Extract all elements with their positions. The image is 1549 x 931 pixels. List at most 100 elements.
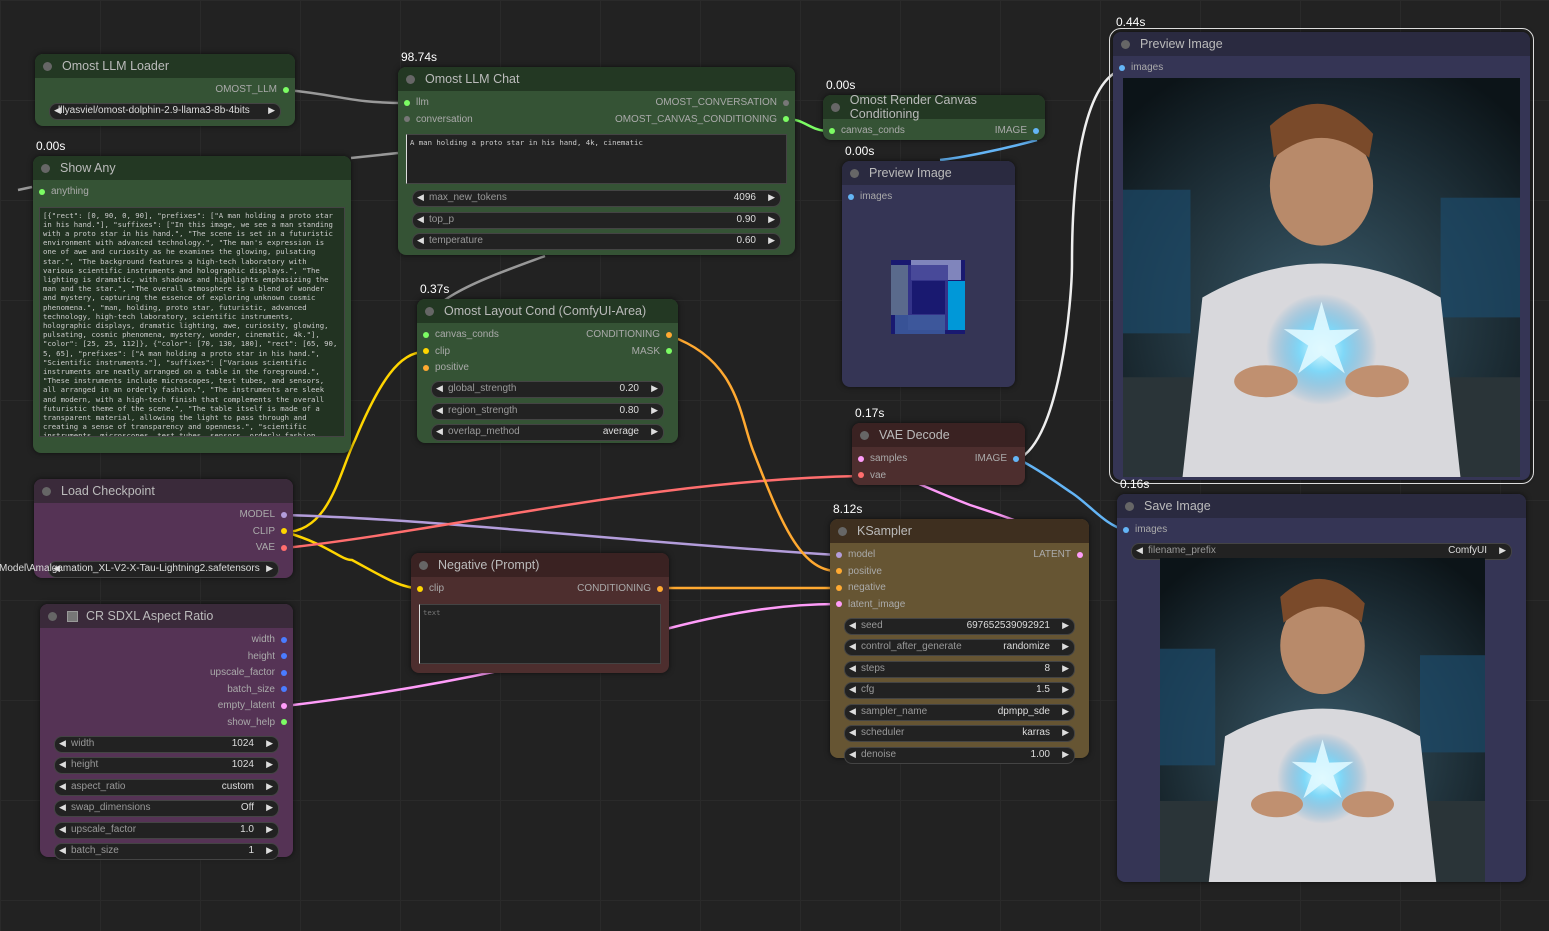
input-dot-icon[interactable]	[836, 551, 842, 558]
checkbox-icon[interactable]	[67, 610, 78, 622]
output-slot-clip[interactable]: CLIP	[253, 526, 287, 537]
link-wire[interactable]	[939, 138, 1038, 162]
input-dot-icon[interactable]	[829, 127, 835, 134]
decrement-arrow-icon[interactable]: ◀	[849, 684, 856, 695]
decrement-arrow-icon[interactable]: ◀	[849, 706, 856, 717]
node-preview-small[interactable]: 0.00s Preview Image images	[842, 144, 1015, 387]
output-slot-omost_conversation[interactable]: OMOST_CONVERSATION	[656, 97, 789, 108]
output-dot-icon[interactable]	[281, 636, 287, 643]
input-dot-icon[interactable]	[858, 472, 864, 478]
text-area[interactable]: [{"rect": [0, 90, 0, 90], "prefixes": ["…	[39, 206, 345, 437]
widget-global-strength[interactable]: ◀ global_strength 0.20 ▶	[431, 381, 664, 398]
node-ksampler[interactable]: 8.12s KSampler model LATENT positive negative…	[830, 502, 1089, 764]
input-slot-positive[interactable]: positive	[836, 566, 882, 577]
increment-arrow-icon[interactable]: ▶	[651, 405, 658, 416]
input-dot-icon[interactable]	[836, 568, 842, 574]
increment-arrow-icon[interactable]: ▶	[1062, 620, 1069, 631]
output-dot-icon[interactable]	[1077, 551, 1083, 558]
decrement-arrow-icon[interactable]: ◀	[59, 845, 66, 856]
widget-region-strength[interactable]: ◀ region_strength 0.80 ▶	[431, 402, 664, 420]
link-wire[interactable]	[284, 513, 838, 557]
output-dot-icon[interactable]	[666, 348, 672, 354]
output-slot-mask[interactable]: MASK	[632, 346, 672, 357]
collapse-dot-icon[interactable]	[1121, 39, 1130, 49]
input-dot-icon[interactable]	[858, 455, 864, 462]
decrement-arrow-icon[interactable]: ◀	[1136, 545, 1143, 556]
input-dot-icon[interactable]	[1123, 526, 1129, 533]
input-slot-images[interactable]: images	[848, 191, 892, 202]
input-dot-icon[interactable]	[836, 584, 842, 591]
widget-denoise[interactable]: ◀ denoise 1.00 ▶	[844, 746, 1075, 764]
input-dot-icon[interactable]	[1119, 64, 1125, 71]
node-header[interactable]: KSampler	[830, 519, 1089, 543]
output-dot-icon[interactable]	[281, 511, 287, 518]
output-dot-icon[interactable]	[281, 669, 287, 676]
collapse-dot-icon[interactable]	[831, 102, 840, 112]
node-header[interactable]: Preview Image	[1113, 32, 1530, 56]
link-wire[interactable]	[669, 334, 838, 573]
increment-arrow-icon[interactable]: ▶	[266, 802, 273, 813]
decrement-arrow-icon[interactable]: ◀	[849, 663, 856, 674]
widget-max-new-tokens[interactable]: ◀ max_new_tokens 4096 ▶	[412, 190, 781, 207]
text-area[interactable]: A man holding a proto star in his hand, …	[406, 134, 787, 184]
output-slot-omost_canvas_conditioning[interactable]: OMOST_CANVAS_CONDITIONING	[615, 114, 789, 125]
increment-arrow-icon[interactable]: ▶	[266, 738, 273, 749]
input-dot-icon[interactable]	[423, 364, 429, 371]
decrement-arrow-icon[interactable]: ◀	[849, 641, 856, 652]
decrement-arrow-icon[interactable]: ◀	[436, 383, 443, 394]
increment-arrow-icon[interactable]: ▶	[1062, 706, 1069, 717]
widget-sampler-name[interactable]: ◀ sampler_name dpmpp_sde ▶	[844, 703, 1075, 721]
output-slot-omost_llm[interactable]: OMOST_LLM	[215, 84, 289, 95]
output-dot-icon[interactable]	[281, 653, 287, 659]
output-slot-show_help[interactable]: show_help	[227, 717, 287, 728]
decrement-arrow-icon[interactable]: ◀	[59, 738, 66, 749]
widget-seed[interactable]: ◀ seed 697652539092921 ▶	[844, 617, 1075, 635]
decrement-arrow-icon[interactable]: ◀	[849, 727, 856, 738]
node-header[interactable]: Omost LLM Loader	[35, 54, 295, 78]
input-slot-samples[interactable]: samples	[858, 453, 907, 464]
input-slot-model[interactable]: model	[836, 549, 875, 560]
output-slot-upscale_factor[interactable]: upscale_factor	[210, 667, 287, 678]
increment-arrow-icon[interactable]: ▶	[266, 781, 273, 792]
node-header[interactable]: VAE Decode	[852, 423, 1025, 447]
output-slot-model[interactable]: MODEL	[239, 509, 287, 520]
output-dot-icon[interactable]	[283, 86, 289, 93]
output-slot-image[interactable]: IMAGE	[995, 125, 1039, 136]
input-dot-icon[interactable]	[423, 331, 429, 338]
widget-height[interactable]: ◀ height 1024 ▶	[54, 757, 279, 774]
widget-scheduler[interactable]: ◀ scheduler karras ▶	[844, 725, 1075, 742]
increment-arrow-icon[interactable]: ▶	[651, 383, 658, 394]
widget-control-after-generate[interactable]: ◀ control_after_generate randomize ▶	[844, 639, 1075, 656]
output-slot-height[interactable]: height	[248, 651, 287, 662]
collapse-dot-icon[interactable]	[850, 168, 859, 178]
output-dot-icon[interactable]	[281, 702, 287, 709]
widget-temperature[interactable]: ◀ temperature 0.60 ▶	[412, 233, 781, 250]
node-preview-large[interactable]: 0.44s Preview Image images	[1109, 15, 1534, 484]
increment-arrow-icon[interactable]: ▶	[1062, 684, 1069, 695]
input-dot-icon[interactable]	[404, 116, 410, 122]
increment-arrow-icon[interactable]: ▶	[651, 426, 658, 437]
node-render-canvas[interactable]: 0.00s Omost Render Canvas Conditioning can…	[823, 78, 1045, 140]
node-header[interactable]: CR SDXL Aspect Ratio	[40, 604, 293, 628]
decrement-arrow-icon[interactable]: ◀	[849, 620, 856, 631]
output-slot-image[interactable]: IMAGE	[975, 453, 1019, 464]
input-slot-anything[interactable]: anything	[39, 186, 89, 197]
node-layout-cond[interactable]: 0.37s Omost Layout Cond (ComfyUI-Area) can…	[417, 282, 678, 443]
increment-arrow-icon[interactable]: ▶	[768, 235, 775, 246]
decrement-arrow-icon[interactable]: ◀	[436, 426, 443, 437]
collapse-dot-icon[interactable]	[860, 430, 869, 440]
output-dot-icon[interactable]	[1033, 127, 1039, 134]
increment-arrow-icon[interactable]: ▶	[268, 105, 275, 116]
decrement-arrow-icon[interactable]: ◀	[417, 192, 424, 203]
output-dot-icon[interactable]	[657, 585, 663, 592]
output-dot-icon[interactable]	[1013, 455, 1019, 462]
link-wire[interactable]	[284, 530, 419, 590]
node-show-any[interactable]: 0.00s Show Any anything [{"rect": [0, 90, 0…	[33, 139, 351, 453]
collapse-dot-icon[interactable]	[43, 61, 52, 71]
increment-arrow-icon[interactable]: ▶	[1062, 749, 1069, 760]
output-slot-width[interactable]: width	[252, 634, 287, 645]
output-dot-icon[interactable]	[281, 686, 287, 692]
node-llm-chat[interactable]: 98.74s Omost LLM Chat llm OMOST_CONVERSATIO…	[398, 50, 795, 255]
input-dot-icon[interactable]	[39, 188, 45, 195]
link-wire[interactable]	[286, 88, 406, 105]
